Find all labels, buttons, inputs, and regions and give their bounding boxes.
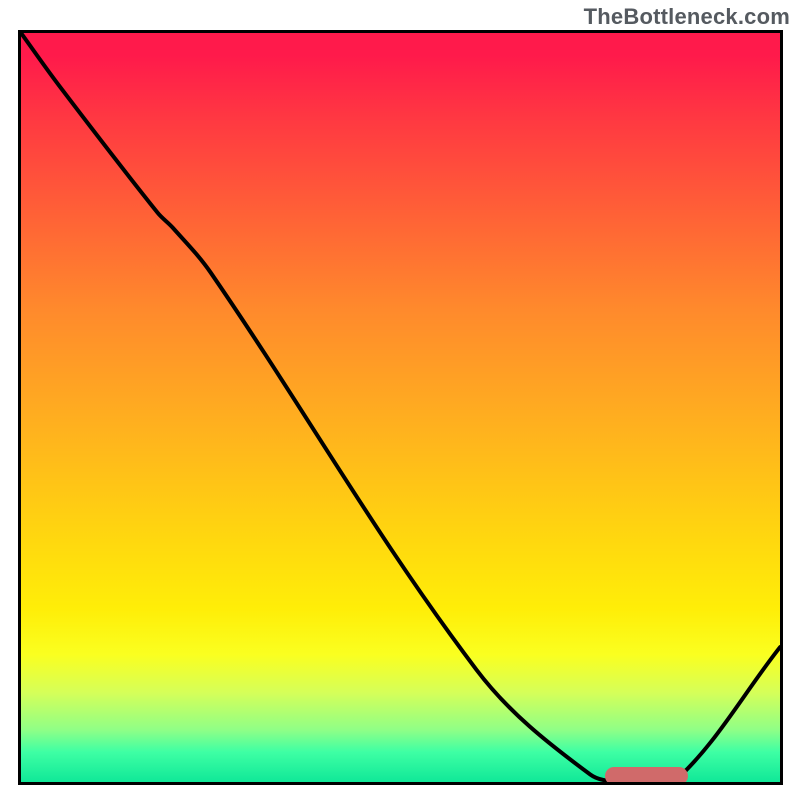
bottleneck-curve [21,33,780,782]
optimal-range-marker [605,767,688,785]
plot-area [18,30,783,785]
watermark-text: TheBottleneck.com [584,4,790,30]
chart-container: TheBottleneck.com [0,0,800,800]
curve-path [21,33,780,782]
